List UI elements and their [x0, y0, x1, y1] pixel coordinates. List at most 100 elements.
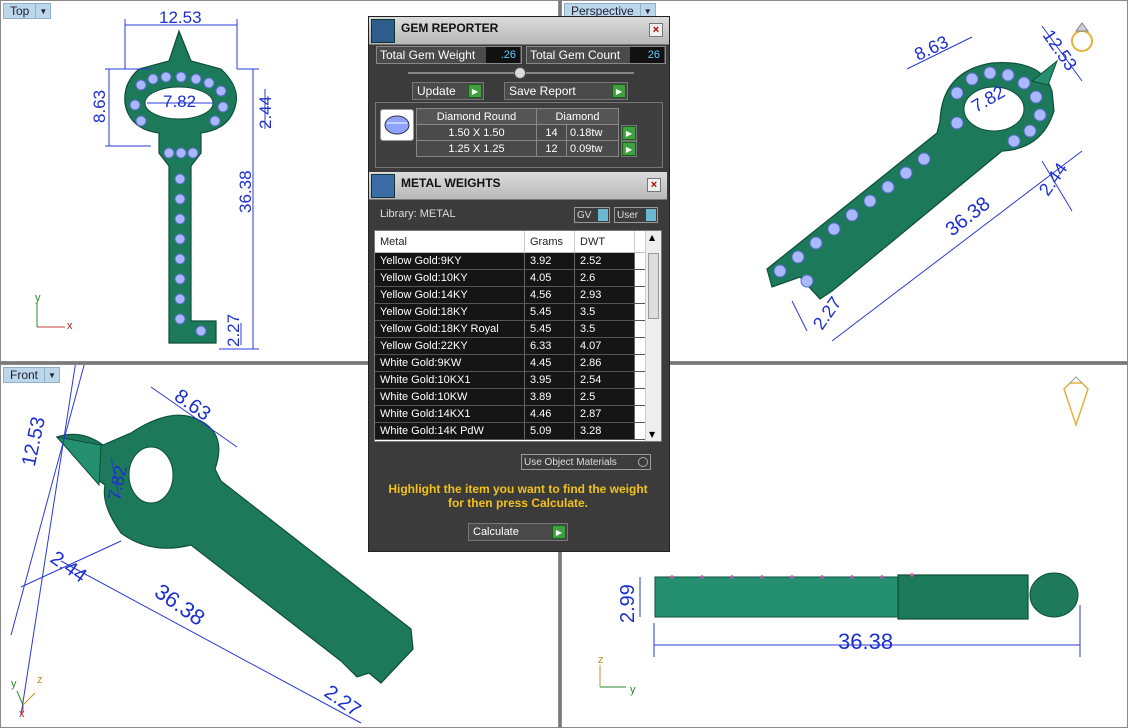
save-report-button[interactable]: Save Report ▶ — [504, 82, 628, 100]
table-row[interactable]: White Gold:10KX1 3.95 2.54 — [375, 372, 661, 389]
scroll-down-icon[interactable]: ▼ — [649, 430, 655, 439]
persp-dim-length: 36.38 — [942, 193, 995, 241]
scroll-up-icon[interactable]: ▲ — [649, 233, 655, 242]
table-cell: 2.54 — [575, 372, 635, 388]
table-row[interactable]: Yellow Gold:14KY 4.56 2.93 — [375, 287, 661, 304]
table-cell: Yellow Gold:10KY — [375, 270, 525, 286]
front-dim-tip: 2.27 — [320, 681, 365, 721]
gem-table: Diamond Round Diamond 1.50 X 1.50 14 0.18tw… — [416, 108, 619, 157]
table-cell: Yellow Gold:9KY — [375, 253, 525, 269]
front-axis-y: y — [11, 678, 17, 690]
front-axis-x: x — [19, 708, 25, 720]
gem-reporter-title: GEM REPORTER — [401, 21, 499, 35]
persp-dim-tip: 2.27 — [809, 293, 845, 333]
metal-table-scrollbar[interactable]: ▲ ▼ — [645, 231, 661, 441]
table-cell: 5.45 — [525, 321, 575, 337]
metal-weights-icon — [371, 174, 395, 198]
front-dim-thickness: 2.44 — [46, 547, 91, 587]
chevron-down-icon[interactable]: ▼ — [45, 368, 59, 382]
table-cell: 2.52 — [575, 253, 635, 269]
close-icon[interactable]: × — [647, 178, 661, 192]
table-row[interactable]: Yellow Gold:18KY Royal 5.45 3.5 — [375, 321, 661, 338]
table-row[interactable]: Yellow Gold:18KY 5.45 3.5 — [375, 304, 661, 321]
table-cell: 4.45 — [525, 355, 575, 371]
top-dim-length: 36.38 — [236, 170, 255, 213]
total-gem-count-value: 26 — [630, 47, 664, 63]
table-cell: White Gold:10KX1 — [375, 372, 525, 388]
table-cell: 2.93 — [575, 287, 635, 303]
table-cell: 6.33 — [525, 338, 575, 354]
front-dim-width: 12.53 — [18, 415, 50, 469]
table-cell: 5.45 — [525, 304, 575, 320]
table-cell: Yellow Gold:14KY — [375, 287, 525, 303]
table-row[interactable]: White Gold:10KW 3.89 2.5 — [375, 389, 661, 406]
splitter-handle-icon[interactable] — [514, 67, 526, 79]
play-arrow-icon: ▶ — [622, 126, 636, 140]
table-cell: 3.89 — [525, 389, 575, 405]
metal-table-header: Metal Grams DWT — [375, 231, 661, 253]
viewport-front-label[interactable]: Front ▼ — [3, 367, 61, 383]
diamond-round-icon — [380, 109, 414, 141]
play-arrow-icon: ▶ — [468, 84, 482, 98]
table-row[interactable]: Yellow Gold:10KY 4.05 2.6 — [375, 270, 661, 287]
play-arrow-icon: ▶ — [612, 84, 626, 98]
right-dim-length: 36.38 — [838, 629, 893, 654]
top-dim-height: 8.63 — [90, 90, 109, 123]
top-dim-width: 12.53 — [159, 8, 202, 27]
table-row[interactable]: Yellow Gold:22KY 6.33 4.07 — [375, 338, 661, 355]
table-cell: Yellow Gold:18KY — [375, 304, 525, 320]
table-cell: 4.46 — [525, 406, 575, 422]
gem-row-expand-button[interactable]: ▶ — [621, 141, 637, 157]
user-toggle[interactable]: User — [614, 207, 658, 223]
table-cell: 4.56 — [525, 287, 575, 303]
table-cell: White Gold:10KW — [375, 389, 525, 405]
gem-type: Diamond Round — [416, 108, 537, 125]
library-label: Library: METAL — [380, 208, 456, 220]
gem-reporter-icon — [371, 19, 395, 43]
play-arrow-icon: ▶ — [622, 142, 636, 156]
ring-gizmo-icon — [1071, 22, 1093, 52]
table-cell: 3.28 — [575, 423, 635, 439]
metal-weights-table[interactable]: Metal Grams DWT Yellow Gold:9KY 3.92 2.52 Y… — [374, 230, 662, 442]
table-cell: 5.09 — [525, 423, 575, 439]
top-dim-tip: 2.27 — [224, 314, 243, 347]
table-cell: Yellow Gold:22KY — [375, 338, 525, 354]
table-row[interactable]: 1.25 X 1.25 12 0.09tw — [416, 140, 619, 157]
table-row[interactable]: Yellow Gold:9KY 3.92 2.52 — [375, 253, 661, 270]
table-row[interactable]: White Gold:14K PdW 5.09 3.28 — [375, 423, 661, 440]
table-row[interactable]: White Gold:14KX1 4.46 2.87 — [375, 406, 661, 423]
table-cell: 2.5 — [575, 389, 635, 405]
gem-row-expand-button[interactable]: ▶ — [621, 125, 637, 141]
table-row[interactable]: White Gold:9KW 4.45 2.86 — [375, 355, 661, 372]
gv-toggle[interactable]: GV — [574, 207, 610, 223]
table-cell: White Gold:14K PdW — [375, 423, 525, 439]
instructions: Highlight the item you want to find the … — [388, 482, 648, 510]
table-cell: Yellow Gold:18KY Royal — [375, 321, 525, 337]
right-axis-z: z — [598, 654, 604, 666]
total-gem-weight-value: .26 — [486, 47, 520, 63]
table-cell: 3.5 — [575, 304, 635, 320]
close-icon[interactable]: × — [649, 23, 663, 37]
update-button[interactable]: Update ▶ — [412, 82, 484, 100]
right-dim-height: 2.99 — [617, 584, 639, 623]
table-cell: 4.05 — [525, 270, 575, 286]
scroll-thumb[interactable] — [648, 253, 659, 319]
table-cell: 3.92 — [525, 253, 575, 269]
gem-reporter-header[interactable]: GEM REPORTER × — [369, 17, 669, 45]
chevron-down-icon[interactable]: ▼ — [36, 4, 50, 18]
right-axis-y: y — [630, 684, 636, 696]
metal-weights-title: METAL WEIGHTS — [401, 176, 501, 190]
calculate-button[interactable]: Calculate ▶ — [468, 523, 568, 541]
metal-weights-header[interactable]: METAL WEIGHTS × — [369, 172, 667, 200]
table-cell: 3.95 — [525, 372, 575, 388]
table-cell: 3.5 — [575, 321, 635, 337]
top-axis-y: y — [35, 292, 41, 304]
top-dim-hole: 7.82 — [163, 92, 196, 111]
table-row[interactable]: 1.50 X 1.50 14 0.18tw — [416, 124, 619, 141]
use-object-materials-checkbox[interactable]: Use Object Materials — [521, 454, 651, 470]
top-axis-x: x — [67, 320, 73, 332]
viewport-top-label[interactable]: Top ▼ — [3, 3, 52, 19]
pendant-gizmo-icon — [1063, 376, 1089, 428]
play-arrow-icon: ▶ — [552, 525, 566, 539]
radio-icon — [638, 457, 648, 467]
